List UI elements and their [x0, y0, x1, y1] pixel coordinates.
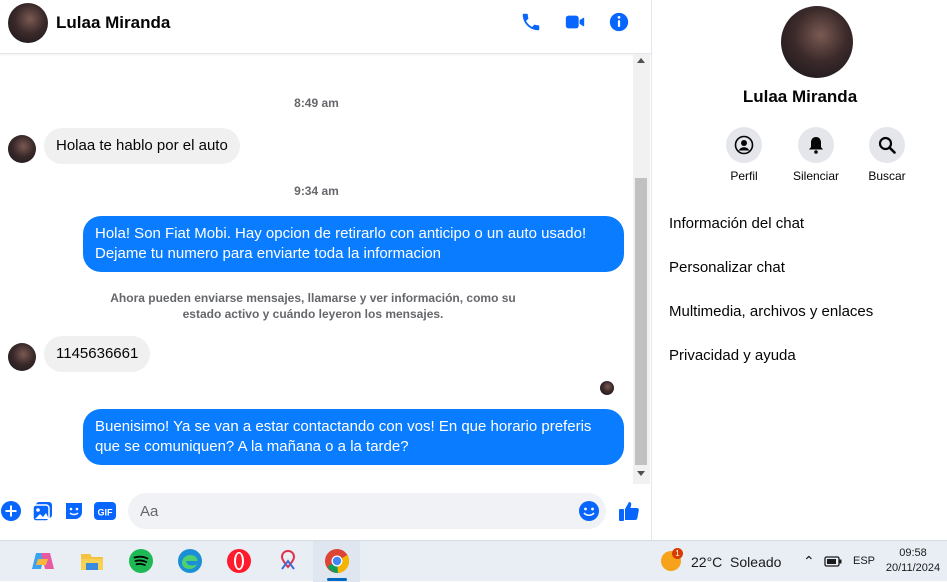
weather-summary[interactable]: 22°C Soleado [691, 554, 781, 570]
weather-notification-badge: 1 [672, 548, 683, 559]
message-timestamp: 8:49 am [294, 96, 339, 110]
ribbon-app-icon[interactable] [274, 547, 302, 575]
info-icon[interactable] [608, 11, 630, 33]
opera-browser-icon[interactable] [225, 547, 253, 575]
contact-avatar[interactable] [8, 3, 48, 43]
message-composer: GIF [0, 488, 651, 536]
edge-browser-icon[interactable] [176, 547, 204, 575]
mute-button[interactable]: Silenciar [781, 127, 851, 183]
profile-icon[interactable] [726, 127, 762, 163]
clock-time: 09:58 [899, 547, 927, 559]
chrome-browser-icon[interactable] [323, 547, 351, 575]
search-button[interactable]: Buscar [852, 127, 922, 183]
profile-label: Perfil [730, 169, 758, 183]
phone-icon[interactable] [520, 11, 542, 33]
scroll-down-arrow-icon[interactable] [637, 471, 645, 476]
gif-label: GIF [98, 508, 114, 518]
outgoing-message[interactable]: Hola! Son Fiat Mobi. Hay opcion de retir… [83, 216, 624, 272]
seen-indicator-avatar [600, 381, 614, 395]
file-explorer-icon[interactable] [78, 547, 106, 575]
sender-avatar[interactable] [8, 135, 36, 163]
input-language-indicator[interactable]: ESP [853, 555, 875, 567]
search-icon[interactable] [869, 127, 905, 163]
copilot-icon[interactable] [29, 547, 57, 575]
menu-customize-chat[interactable]: Personalizar chat [669, 259, 785, 276]
chat-panel: Lulaa Miranda 8:49 am Holaa te hablo por… [0, 0, 651, 540]
chat-header: Lulaa Miranda [0, 0, 651, 54]
system-clock[interactable]: 09:58 20/11/2024 [880, 546, 946, 576]
chat-notice: Ahora pueden enviarse mensajes, llamarse… [110, 291, 516, 321]
spotify-icon[interactable] [127, 547, 155, 575]
video-call-icon[interactable] [564, 11, 586, 33]
outgoing-message[interactable]: Buenisimo! Ya se van a estar contactando… [83, 409, 624, 465]
bell-icon[interactable] [798, 127, 834, 163]
gif-icon[interactable]: GIF [94, 500, 116, 522]
sender-avatar[interactable] [8, 343, 36, 371]
scroll-up-arrow-icon[interactable] [637, 58, 645, 63]
message-input-container[interactable] [128, 493, 606, 529]
incoming-message[interactable]: Holaa te hablo por el auto [44, 128, 240, 164]
emoji-icon[interactable] [578, 500, 600, 522]
message-timestamp: 9:34 am [294, 184, 339, 198]
battery-icon[interactable] [824, 554, 842, 568]
profile-avatar[interactable] [781, 6, 853, 78]
profile-button[interactable]: Perfil [709, 127, 779, 183]
sticker-icon[interactable] [63, 500, 85, 522]
plus-icon[interactable] [0, 500, 22, 522]
search-label: Buscar [868, 169, 906, 183]
mute-label: Silenciar [792, 169, 840, 183]
chat-details-sidebar: Lulaa Miranda Perfil Silenciar Buscar In… [651, 0, 947, 540]
gallery-icon[interactable] [32, 500, 54, 522]
incoming-message[interactable]: 1145636661 [44, 336, 151, 372]
message-input[interactable] [128, 493, 568, 529]
menu-privacy-help[interactable]: Privacidad y ayuda [669, 347, 796, 364]
like-icon[interactable] [617, 499, 641, 523]
scrollbar-thumb[interactable] [635, 178, 647, 465]
clock-date: 20/11/2024 [885, 562, 941, 574]
menu-chat-info[interactable]: Información del chat [669, 215, 804, 232]
tray-expand-chevron-icon[interactable]: ⌃ [803, 553, 815, 570]
message-list: 8:49 am Holaa te hablo por el auto 9:34 … [0, 54, 633, 484]
contact-name[interactable]: Lulaa Miranda [56, 13, 170, 33]
windows-taskbar: 1 22°C Soleado ⌃ ESP 09:58 20/11/2024 [0, 540, 947, 582]
menu-media-files-links[interactable]: Multimedia, archivos y enlaces [669, 303, 873, 320]
profile-name: Lulaa Miranda [742, 87, 858, 106]
message-scrollbar[interactable] [633, 54, 650, 484]
